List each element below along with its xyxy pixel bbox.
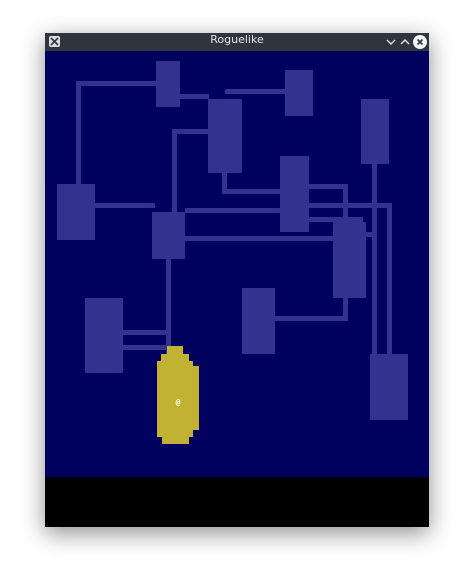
room <box>280 156 309 232</box>
chevron-down-icon <box>386 39 396 45</box>
room <box>370 354 408 420</box>
close-button[interactable] <box>413 35 427 49</box>
close-icon <box>416 38 424 46</box>
dungeon-map: @ <box>45 51 429 477</box>
explored-tiles <box>57 61 408 420</box>
dungeon-tiles <box>57 61 408 444</box>
room <box>242 288 275 354</box>
room <box>85 298 123 373</box>
room <box>361 99 389 164</box>
title-bar[interactable]: Roguelike <box>45 33 429 51</box>
player-character: @ <box>175 398 181 407</box>
window-title: Roguelike <box>210 33 264 46</box>
message-log-panel <box>45 477 429 527</box>
room <box>208 99 242 173</box>
lit-area <box>157 346 199 444</box>
room <box>156 61 180 107</box>
room <box>57 184 95 240</box>
room <box>152 212 185 259</box>
chevron-up-icon <box>400 39 410 45</box>
maximize-button[interactable] <box>398 35 412 49</box>
room <box>285 70 313 116</box>
minimize-button[interactable] <box>384 35 398 49</box>
game-window: Roguelike @ <box>45 33 429 527</box>
